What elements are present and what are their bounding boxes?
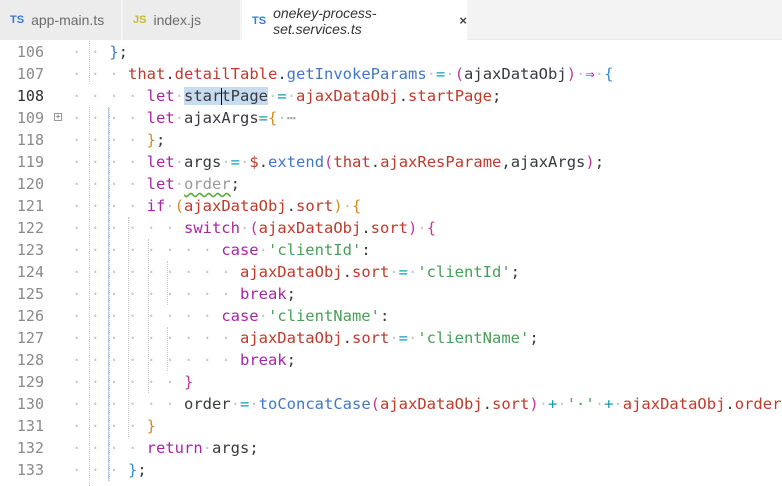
line-number: 122 xyxy=(16,219,44,237)
editor-tab-bar: TS app-main.ts JS index.js TS onekey-pro… xyxy=(0,0,782,41)
line-code: · · · that.detailTable.getInvokeParams·=… xyxy=(72,65,614,83)
line-number: 130 xyxy=(16,395,44,413)
line-number: 124 xyxy=(16,263,44,281)
code-line: 119 · · · · let·args·=·$.extend(that.aja… xyxy=(0,151,782,173)
line-code: · · · · return·args; xyxy=(72,439,259,457)
code-line: 133 · · · }; xyxy=(0,459,782,481)
line-number: 118 xyxy=(16,131,44,149)
tab-onekey-process-set-services-ts[interactable]: TS onekey-process-set.services.ts × xyxy=(242,0,468,41)
line-number: 126 xyxy=(16,307,44,325)
tab-app-main-ts[interactable]: TS app-main.ts xyxy=(0,0,122,40)
line-number: 131 xyxy=(16,417,44,435)
line-number: 108 xyxy=(16,87,44,105)
typescript-file-icon: TS xyxy=(252,14,267,27)
line-number: 123 xyxy=(16,241,44,259)
code-line: 107 · · · that.detailTable.getInvokePara… xyxy=(0,63,782,85)
line-code: · · · · · · · · · break; xyxy=(72,351,296,369)
line-code: · · · · let·startPage·=·ajaxDataObj.star… xyxy=(72,87,502,105)
line-number: 120 xyxy=(16,175,44,193)
code-line-current: 108 · · · · let·startPage·=·ajaxDataObj.… xyxy=(0,85,782,107)
code-editor[interactable]: 106 · · }; 107 · · · that.detailTable.ge… xyxy=(0,41,782,486)
tab-title: app-main.ts xyxy=(31,12,105,28)
line-number: 127 xyxy=(16,329,44,347)
tab-title: onekey-process-set.services.ts xyxy=(273,4,377,37)
code-line: 129 · · · · · · } xyxy=(0,371,782,393)
line-code: · · · · · · order·=·toConcatCase(ajaxDat… xyxy=(72,395,782,413)
line-code: · · · · · · · · · ajaxDataObj.sort·=·'cl… xyxy=(72,263,521,281)
line-code: · · · · · · · · · ajaxDataObj.sort·=·'cl… xyxy=(72,329,539,347)
line-number: 132 xyxy=(16,439,44,457)
code-line: 132 · · · · return·args; xyxy=(0,437,782,459)
code-line: 127 · · · · · · · · · ajaxDataObj.sort·=… xyxy=(0,327,782,349)
line-number: 119 xyxy=(16,153,44,171)
line-number: 107 xyxy=(16,65,44,83)
text-cursor xyxy=(220,88,222,105)
line-number: 133 xyxy=(16,461,44,479)
line-code: · · · }; xyxy=(72,461,147,479)
line-number: 109 xyxy=(16,109,44,127)
code-line: 126 · · · · · · · · case·'clientName': xyxy=(0,305,782,327)
close-tab-icon[interactable]: × xyxy=(459,13,467,28)
code-line: 106 · · }; xyxy=(0,41,782,63)
code-line: 128 · · · · · · · · · break; xyxy=(0,349,782,371)
code-line: 131 · · · · } xyxy=(0,415,782,437)
line-code: · · · · · · · · case·'clientId': xyxy=(72,241,371,259)
tab-index-js[interactable]: JS index.js xyxy=(123,0,241,40)
line-code: · · · · let·ajaxArgs={·⋯ xyxy=(72,109,297,127)
code-line: 123 · · · · · · · · case·'clientId': xyxy=(0,239,782,261)
line-code: · · · · · · switch·(ajaxDataObj.sort)·{ xyxy=(72,219,437,237)
typescript-file-icon: TS xyxy=(10,14,25,26)
code-line: 124 · · · · · · · · · ajaxDataObj.sort·=… xyxy=(0,261,782,283)
code-line: 130 · · · · · · order·=·toConcatCase(aja… xyxy=(0,393,782,415)
line-number: 128 xyxy=(16,351,44,369)
line-code: · · · · }; xyxy=(72,131,166,149)
line-code: · · · · · · · · · break; xyxy=(72,285,296,303)
line-code: · · · · let·args·=·$.extend(that.ajaxRes… xyxy=(72,153,605,171)
line-number: 106 xyxy=(16,43,44,61)
line-code: · · }; xyxy=(72,43,129,61)
expand-fold-icon[interactable]: + xyxy=(54,113,62,121)
line-number: 125 xyxy=(16,285,44,303)
code-line: 122 · · · · · · switch·(ajaxDataObj.sort… xyxy=(0,217,782,239)
code-line: 121 · · · · if·(ajaxDataObj.sort)·{ xyxy=(0,195,782,217)
line-code: · · · · · · · · case·'clientName': xyxy=(72,307,390,325)
line-code: · · · · · · } xyxy=(72,373,194,391)
line-number: 129 xyxy=(16,373,44,391)
line-code: · · · · } xyxy=(72,417,156,435)
code-line: 120 · · · · let·order; xyxy=(0,173,782,195)
javascript-file-icon: JS xyxy=(133,14,147,26)
line-number: 121 xyxy=(16,197,44,215)
code-line: 125 · · · · · · · · · break; xyxy=(0,283,782,305)
code-line: 109 + · · · · let·ajaxArgs={·⋯ xyxy=(0,107,782,129)
tab-title: index.js xyxy=(153,12,201,28)
line-code: · · · · let·order; xyxy=(72,175,241,193)
line-code: · · · · if·(ajaxDataObj.sort)·{ xyxy=(72,197,362,215)
code-line: 118 · · · · }; xyxy=(0,129,782,151)
